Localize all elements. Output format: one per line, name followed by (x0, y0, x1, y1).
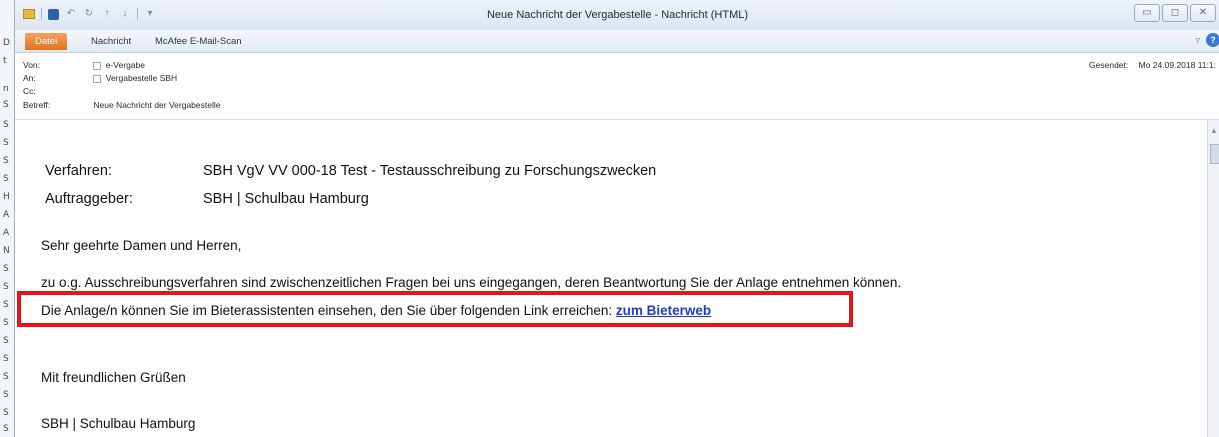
sent-label: Gesendet: (1089, 60, 1129, 70)
closing: Mit freundlichen Grüßen (41, 370, 186, 385)
subject-row: Betreff: Neue Nachricht der Vergabestell… (23, 100, 220, 110)
help-icon[interactable]: ? (1206, 33, 1219, 47)
strip-letter: S (3, 100, 9, 110)
strip-letter: S (3, 318, 9, 328)
strip-letter: S (3, 354, 9, 364)
sent-value: Mo 24.09.2018 11:1: (1138, 60, 1216, 70)
strip-letter: S (3, 424, 9, 434)
strip-letter: n (3, 84, 9, 94)
strip-letter: S (3, 120, 9, 130)
minimize-button[interactable]: ▭ (1134, 4, 1160, 22)
tab-message[interactable]: Nachricht (81, 34, 141, 49)
strip-letter: S (3, 390, 9, 400)
strip-letter: D (3, 38, 10, 48)
strip-letter: N (3, 246, 10, 256)
strip-letter: t (3, 56, 7, 66)
subject-label: Betreff: (23, 100, 51, 110)
strip-letter: S (3, 300, 9, 310)
procedure-row: Verfahren: SBH VgV VV 000-18 Test - Testa… (45, 163, 656, 179)
ribbon-tabs: Datei Nachricht McAfee E-Mail-Scan ▿ ? (15, 30, 1219, 53)
from-row: Von: e-Vergabe (23, 60, 145, 70)
client-label: Auftraggeber: (45, 191, 133, 207)
procedure-label: Verfahren: (45, 163, 112, 179)
strip-letter: H (3, 192, 10, 202)
cc-row: Cc: (23, 86, 93, 96)
strip-letter: S (3, 372, 9, 382)
to-value[interactable]: Vergabestelle SBH (106, 73, 177, 83)
left-background-strip: D t n S S S S S H A A N S S S S S S S S … (0, 0, 15, 437)
strip-letter: S (3, 264, 9, 274)
window-title: Neue Nachricht der Vergabestelle - Nachr… (486, 9, 749, 21)
red-highlight-box (17, 291, 853, 327)
strip-letter: S (3, 138, 9, 148)
message-window: ↶ ↻ ↑ ↓ ▾ Neue Nachricht der Vergabestel… (14, 0, 1219, 437)
from-value[interactable]: e-Vergabe (106, 60, 145, 70)
title-bar: ↶ ↻ ↑ ↓ ▾ Neue Nachricht der Vergabestel… (15, 0, 1219, 31)
cc-label: Cc: (23, 86, 36, 96)
greeting: Sehr geehrte Damen und Herren, (41, 238, 242, 253)
signature: SBH | Schulbau Hamburg (41, 416, 196, 431)
ribbon-right-controls: ▿ ? (1195, 33, 1219, 47)
to-row: An: Vergabestelle SBH (23, 73, 177, 83)
strip-letter: S (3, 282, 9, 292)
client-row: Auftraggeber: SBH | Schulbau Hamburg (45, 191, 369, 207)
strip-letter: S (3, 156, 9, 166)
strip-letter: A (3, 228, 10, 238)
window-controls: ▭ ◻ ✕ (1134, 4, 1216, 22)
minimize-ribbon-icon[interactable]: ▿ (1195, 35, 1200, 46)
vertical-scrollbar[interactable]: ▲ (1207, 120, 1219, 437)
message-body: Verfahren: SBH VgV VV 000-18 Test - Testa… (15, 120, 1219, 437)
to-label: An: (23, 73, 36, 83)
strip-letter: A (3, 210, 10, 220)
tab-file[interactable]: Datei (25, 33, 68, 50)
scroll-thumb[interactable] (1210, 144, 1219, 164)
contact-icon (93, 74, 102, 83)
procedure-value: SBH VgV VV 000-18 Test - Testausschreibu… (203, 163, 657, 179)
contact-icon (93, 61, 102, 70)
sent-info: Gesendet: Mo 24.09.2018 11:1: (1089, 60, 1216, 70)
strip-letter: S (3, 336, 9, 346)
maximize-button[interactable]: ◻ (1162, 4, 1188, 22)
client-value: SBH | Schulbau Hamburg (203, 191, 369, 207)
strip-letter: S (3, 174, 9, 184)
close-button[interactable]: ✕ (1190, 4, 1216, 22)
message-header: Von: e-Vergabe An: Vergabestelle SBH Cc:… (15, 53, 1219, 120)
paragraph-answers: zu o.g. Ausschreibungsverfahren sind zwi… (41, 275, 902, 290)
from-label: Von: (23, 60, 41, 70)
subject-value: Neue Nachricht der Vergabestelle (93, 100, 221, 110)
tab-mcafee-email-scan[interactable]: McAfee E-Mail-Scan (145, 34, 252, 49)
strip-letter: S (3, 408, 9, 418)
scroll-up-icon[interactable]: ▲ (1210, 126, 1218, 135)
